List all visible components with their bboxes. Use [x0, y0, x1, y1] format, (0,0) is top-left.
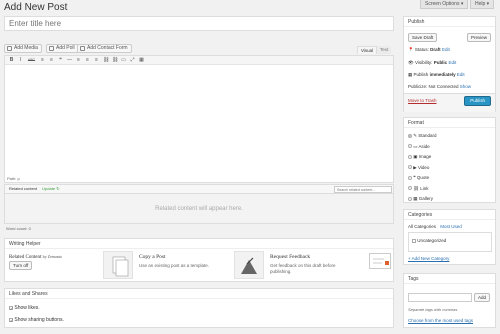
help-button[interactable]: Help ▾: [470, 0, 495, 9]
related-content-title: Related Content by Zemanta: [9, 254, 62, 260]
format-panel: Format ✎ Standard ▭ Aside ▣ Image ▶ Vide…: [403, 117, 496, 203]
tags-panel: Tags Add Separate tags with commas Choos…: [403, 273, 496, 328]
writing-helper-panel: Writing Helper Related Content by Zemant…: [4, 238, 394, 282]
request-feedback-icon: [234, 251, 264, 279]
schedule-edit-link[interactable]: Edit: [457, 72, 465, 77]
categories-panel: Categories All Categories Most Used Unca…: [403, 209, 496, 265]
toolbar-toggle-icon[interactable]: ▦: [139, 57, 144, 63]
turn-off-button[interactable]: Turn off: [9, 261, 33, 270]
eye-icon: 👁: [408, 60, 414, 65]
format-gallery[interactable]: ▦ Gallery: [408, 194, 437, 205]
category-checkbox[interactable]: [412, 238, 416, 243]
tags-hint: Separate tags with commas: [408, 307, 458, 312]
align-left-button[interactable]: ≡: [76, 57, 81, 63]
link-icon[interactable]: ⛓: [103, 57, 109, 63]
align-right-button[interactable]: ≡: [94, 57, 99, 63]
schedule-row: ▦ Publish immediately Edit: [408, 72, 465, 77]
add-contact-form-button[interactable]: Add Contact Form: [77, 44, 132, 53]
format-aside[interactable]: ▭ Aside: [408, 142, 437, 153]
category-uncategorized: Uncategorized: [417, 238, 447, 243]
format-standard[interactable]: ✎ Standard: [408, 131, 437, 142]
italic-button[interactable]: I: [18, 57, 23, 63]
editor-toolbar: B I ABC ≡ ≡ ❝ — ≡ ≡ ≡ ⛓ ⛓ ▭ ⤢ ▦: [5, 56, 393, 65]
align-center-button[interactable]: ≡: [85, 57, 90, 63]
publish-button[interactable]: Publish: [464, 96, 491, 106]
likes-shares-panel: Likes and Shares ✓ Show likes. ✓ Show sh…: [4, 288, 394, 328]
format-title[interactable]: Format: [404, 118, 495, 128]
horizontal-rule-button[interactable]: —: [67, 57, 72, 63]
tags-title[interactable]: Tags: [404, 274, 495, 284]
related-empty-message: Related content will appear here.: [4, 194, 394, 224]
move-to-trash-link[interactable]: Move to Trash: [408, 98, 437, 103]
add-poll-button[interactable]: Add Poll: [46, 44, 79, 53]
copy-post-title[interactable]: Copy a Post: [139, 254, 166, 260]
format-quote[interactable]: ❝ Quote: [408, 173, 437, 184]
screen-options-button[interactable]: Screen Options ▾: [420, 0, 469, 9]
add-media-button[interactable]: Add Media: [4, 44, 42, 53]
read-more-button[interactable]: ▭: [121, 57, 126, 63]
writing-helper-title[interactable]: Writing Helper: [5, 239, 393, 249]
pin-icon: 📍: [408, 47, 414, 52]
word-count: Word count: 0: [6, 226, 31, 231]
bullet-list-button[interactable]: ≡: [40, 57, 45, 63]
calendar-icon: ▦: [408, 72, 413, 77]
request-feedback-title[interactable]: Request Feedback: [270, 254, 310, 260]
blockquote-button[interactable]: ❝: [58, 57, 63, 63]
format-image[interactable]: ▣ Image: [408, 152, 437, 163]
format-video[interactable]: ▶ Video: [408, 163, 437, 174]
publicize-row: Publicize: Not Connected Show: [408, 84, 472, 89]
numbered-list-button[interactable]: ≡: [49, 57, 54, 63]
feedback-preview-icon: [369, 253, 391, 269]
post-editor[interactable]: B I ABC ≡ ≡ ❝ — ≡ ≡ ≡ ⛓ ⛓ ▭ ⤢ ▦: [4, 55, 394, 183]
fullscreen-icon[interactable]: ⤢: [130, 57, 135, 63]
related-search-input[interactable]: [334, 186, 392, 193]
refresh-icon[interactable]: ↻: [56, 186, 59, 191]
show-sharing-checkbox[interactable]: ✓: [9, 317, 13, 322]
request-feedback-desc-2: publishing.: [270, 269, 292, 274]
page-title: Add New Post: [4, 2, 68, 13]
add-new-category-link[interactable]: + Add New Category: [408, 256, 449, 261]
media-icon: [7, 46, 12, 51]
status-row: 📍 Status: Draft Edit: [408, 47, 450, 52]
unlink-icon[interactable]: ⛓: [112, 57, 118, 63]
editor-path: Path: p: [4, 176, 394, 183]
tag-input[interactable]: [408, 293, 472, 302]
tab-most-used[interactable]: Most Used: [440, 224, 462, 229]
format-options: ✎ Standard ▭ Aside ▣ Image ▶ Video ❝ Quo…: [408, 131, 437, 205]
request-feedback-desc: Get feedback on this draft before: [270, 263, 336, 268]
add-tag-button[interactable]: Add: [474, 293, 491, 302]
bold-button[interactable]: B: [9, 57, 14, 63]
categories-title[interactable]: Categories: [404, 210, 495, 220]
tab-text[interactable]: Text: [377, 46, 392, 54]
publish-title[interactable]: Publish: [404, 17, 495, 27]
show-likes-row: ✓ Show likes.: [9, 305, 40, 311]
publicize-show-link[interactable]: Show: [460, 84, 471, 89]
status-edit-link[interactable]: Edit: [442, 47, 450, 52]
category-tabs: All Categories Most Used: [408, 224, 462, 229]
tab-all-categories[interactable]: All Categories: [408, 224, 436, 229]
related-update-link[interactable]: Update: [42, 186, 55, 191]
related-content-label: Related content: [9, 186, 38, 191]
publish-panel: Publish Save Draft Preview 📍 Status: Dra…: [403, 16, 496, 112]
preview-button[interactable]: Preview: [466, 33, 491, 42]
category-list: Uncategorized: [408, 232, 492, 252]
copy-post-desc: Use an existing post as a template.: [139, 263, 210, 268]
strikethrough-button[interactable]: ABC: [27, 58, 36, 62]
show-likes-checkbox[interactable]: ✓: [9, 305, 13, 310]
likes-shares-title[interactable]: Likes and Shares: [5, 289, 393, 299]
copy-post-icon: [103, 251, 133, 279]
show-sharing-row: ✓ Show sharing buttons.: [9, 317, 64, 323]
post-title-input[interactable]: [4, 16, 394, 31]
choose-tags-link[interactable]: Choose from the most used tags: [408, 318, 473, 323]
visibility-row: 👁 Visibility: Public Edit: [408, 60, 457, 65]
contact-form-icon: [80, 46, 85, 51]
visibility-edit-link[interactable]: Edit: [448, 60, 456, 65]
poll-icon: [49, 46, 54, 51]
save-draft-button[interactable]: Save Draft: [408, 33, 438, 42]
format-link[interactable]: ⛓ Link: [408, 184, 437, 195]
tab-visual[interactable]: Visual: [357, 46, 378, 54]
